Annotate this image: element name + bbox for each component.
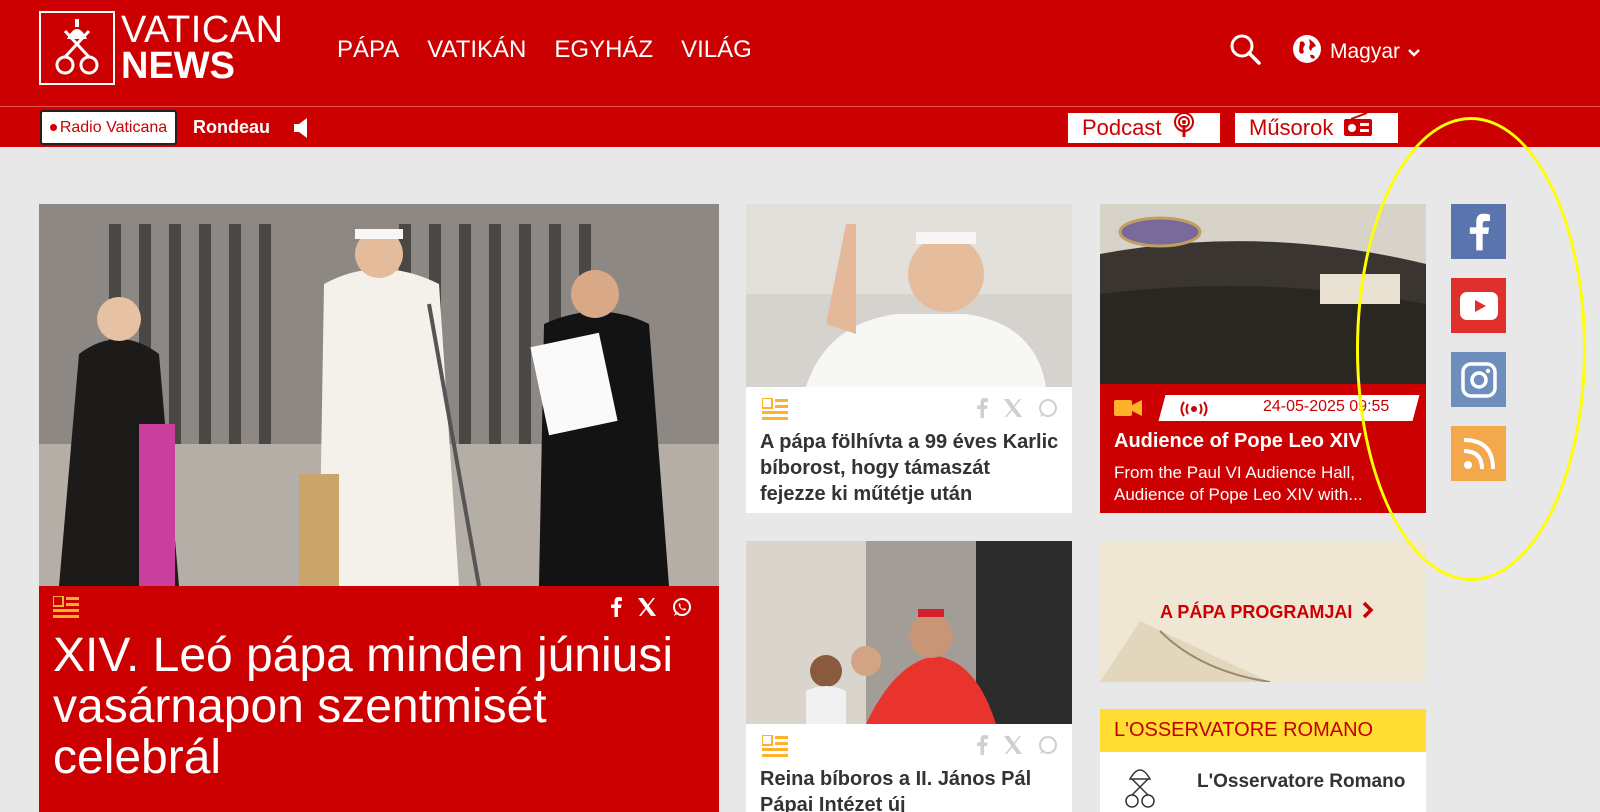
logo-line-2: NEWS — [121, 45, 235, 87]
osservatore-heading: L'OSSERVATORE ROMANO — [1100, 709, 1426, 752]
facebook-share-icon[interactable] — [610, 597, 622, 622]
podcast-icon — [1172, 112, 1196, 144]
article-type-icon — [761, 734, 788, 762]
live-description: From the Paul VI Audience Hall, Audience… — [1114, 463, 1363, 504]
article-type-icon — [52, 595, 79, 623]
instagram-icon[interactable] — [1451, 352, 1506, 407]
top-header: VATICAN NEWS PÁPA VATIKÁN EGYHÁZ VILÁG M… — [0, 0, 1600, 106]
programs-label: Műsorok — [1249, 115, 1334, 140]
card-2-title[interactable]: Reina bíboros a II. János Pál Pápai Inté… — [760, 766, 1060, 812]
featured-article[interactable]: XIV. Leó pápa minden júniusi vasárnapon … — [39, 204, 719, 812]
card-1-share — [976, 398, 1058, 423]
news-card-2[interactable]: Reina bíboros a II. János Pál Pápai Inté… — [746, 541, 1072, 812]
live-event-card[interactable]: 24-05-2025 09:55 Audience of Pope Leo XI… — [1100, 204, 1426, 513]
featured-share — [610, 597, 692, 622]
nav-papa[interactable]: PÁPA — [337, 36, 399, 64]
osservatore-name[interactable]: L'Osservatore Romano — [1197, 771, 1405, 793]
search-icon[interactable] — [1228, 32, 1262, 66]
pope-program-link[interactable]: A PÁPA PROGRAMJAI — [1160, 601, 1374, 624]
news-card-1[interactable]: A pápa fölhívta a 99 éves Karlic bíboros… — [746, 204, 1072, 513]
papal-keys-icon — [39, 11, 115, 85]
card-1-photo[interactable] — [746, 204, 1072, 387]
live-date: 24-05-2025 09:55 — [1263, 398, 1390, 415]
youtube-icon[interactable] — [1451, 278, 1506, 333]
podcast-label: Podcast — [1082, 115, 1162, 140]
card-1-title[interactable]: A pápa fölhívta a 99 éves Karlic bíboros… — [760, 429, 1060, 507]
broadcast-icon — [1180, 401, 1208, 422]
article-type-icon — [761, 397, 788, 425]
globe-icon — [1292, 34, 1322, 70]
featured-article-body: XIV. Leó pápa minden júniusi vasárnapon … — [39, 586, 719, 812]
language-selector[interactable]: Magyar — [1292, 34, 1420, 70]
live-dot-icon — [49, 124, 57, 131]
vatican-news-logo[interactable]: VATICAN NEWS — [39, 11, 284, 85]
main-nav: PÁPA VATIKÁN EGYHÁZ VILÁG — [337, 36, 752, 64]
nav-egyhaz[interactable]: EGYHÁZ — [554, 36, 653, 64]
speaker-icon[interactable] — [294, 118, 310, 143]
x-share-icon[interactable] — [1004, 399, 1022, 422]
programs-button[interactable]: Műsorok — [1235, 112, 1398, 143]
osservatore-box[interactable]: L'OSSERVATORE ROMANO L'Osservatore Roman… — [1100, 709, 1426, 812]
chevron-down-icon — [1408, 40, 1420, 64]
whatsapp-share-icon[interactable] — [1038, 735, 1058, 760]
video-camera-icon — [1114, 400, 1142, 421]
logo-line-1: VATICAN — [121, 8, 284, 51]
podcast-button[interactable]: Podcast — [1068, 112, 1220, 144]
chevron-right-icon — [1362, 601, 1374, 624]
pope-program-label: A PÁPA PROGRAMJAI — [1160, 602, 1353, 622]
radio-vaticana-button[interactable]: Radio Vaticana — [40, 110, 177, 145]
facebook-icon[interactable] — [1451, 204, 1506, 259]
nav-vatikan[interactable]: VATIKÁN — [427, 36, 526, 64]
radio-vaticana-label: Radio Vaticana — [59, 118, 168, 136]
pope-program-card[interactable]: A PÁPA PROGRAMJAI — [1100, 541, 1426, 682]
card-2-share — [976, 735, 1058, 760]
radio-icon — [1343, 112, 1373, 143]
nav-vilag[interactable]: VILÁG — [681, 36, 752, 64]
x-share-icon[interactable] — [638, 598, 656, 621]
whatsapp-share-icon[interactable] — [1038, 398, 1058, 423]
current-program: Rondeau — [193, 117, 271, 137]
facebook-share-icon[interactable] — [976, 735, 988, 760]
card-2-photo[interactable] — [746, 541, 1072, 724]
papal-emblem-icon — [1112, 759, 1168, 812]
live-title[interactable]: Audience of Pope Leo XIV — [1114, 430, 1362, 453]
audience-hall-photo[interactable] — [1100, 204, 1426, 384]
facebook-share-icon[interactable] — [976, 398, 988, 423]
rss-icon[interactable] — [1451, 426, 1506, 481]
featured-title[interactable]: XIV. Leó pápa minden júniusi vasárnapon … — [53, 630, 693, 783]
featured-photo[interactable] — [39, 204, 719, 586]
whatsapp-share-icon[interactable] — [672, 597, 692, 622]
language-label: Magyar — [1330, 40, 1401, 63]
radio-bar: Radio Vaticana Rondeau Podcast Műsorok — [0, 107, 1600, 147]
x-share-icon[interactable] — [1004, 736, 1022, 759]
